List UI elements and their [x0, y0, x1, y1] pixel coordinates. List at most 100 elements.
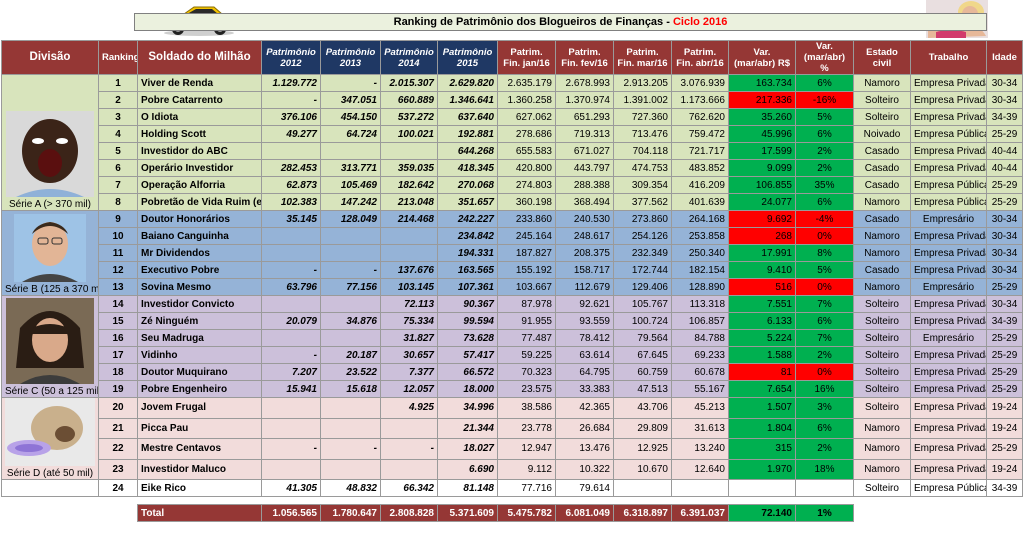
idade-cell: 30-34: [986, 227, 1023, 245]
mar16-cell: 474.753: [613, 159, 672, 177]
abr16-cell: 69.233: [671, 346, 729, 364]
patrimonio-2013-cell: 48.832: [320, 479, 381, 497]
rank-cell: 14: [98, 295, 138, 313]
table-row: 17 Vidinho -20.187 30.657 57.417 59.225 63.614…: [2, 346, 1023, 364]
mar16-cell: 60.759: [613, 363, 672, 381]
division-cell: Série A (> 370 mil): [1, 74, 99, 211]
mar16-cell: 713.476: [613, 125, 672, 143]
var-pct-cell: [795, 479, 854, 497]
header-mar16: Patrim. Fin. mar/16: [613, 40, 672, 75]
idade-cell: 30-34: [986, 91, 1023, 109]
total-fev16: 6.081.049: [555, 504, 614, 522]
fev16-cell: 33.383: [555, 380, 614, 398]
total-spacer: [1, 504, 99, 522]
table-row: 13 Sovina Mesmo 63.796 77.156 103.145 107.361…: [2, 278, 1023, 296]
trabalho-cell: Empresa Privada: [910, 261, 987, 279]
blogger-name: Sovina Mesmo: [137, 278, 262, 296]
idade-cell: 30-34: [986, 74, 1023, 92]
idade-cell: 25-29: [986, 176, 1023, 194]
rank-cell: 5: [98, 142, 138, 160]
patrimonio-2015-cell: 1.346.641: [437, 91, 498, 109]
trabalho-cell: Empresa Privada: [910, 380, 987, 398]
idade-cell: 30-34: [986, 244, 1023, 262]
estado-civil-cell: Solteiro: [853, 108, 911, 126]
patrimonio-2012-cell: 282.453: [261, 159, 321, 177]
jan16-cell: 87.978: [497, 295, 556, 313]
header-jan16: Patrim. Fin. jan/16: [497, 40, 556, 75]
fev16-cell: 1.370.974: [555, 91, 614, 109]
patrimonio-2014-cell: 12.057: [380, 380, 438, 398]
table-row: 6 Operário Investidor 282.453 313.771 359.03…: [2, 159, 1023, 177]
patrimonio-2015-cell: 234.842: [437, 227, 498, 245]
var-rs-cell: 217.336: [728, 91, 796, 109]
rank-cell: 1: [98, 74, 138, 92]
total-var-rs: 72.140: [728, 504, 796, 522]
patrimonio-2015-cell: 81.148: [437, 479, 498, 497]
estado-civil-cell: Namoro: [853, 417, 911, 439]
header-fev16: Patrim. Fin. fev/16: [555, 40, 614, 75]
patrimonio-2012-cell: 102.383: [261, 193, 321, 211]
table-row: Série B (125 a 370 mil) 9 Doutor Honorário…: [1, 210, 1023, 296]
abr16-cell: 84.788: [671, 329, 729, 347]
var-rs-cell: 35.260: [728, 108, 796, 126]
blogger-name: Vidinho: [137, 346, 262, 364]
header-var-rs: Var. (mar/abr) R$: [728, 40, 796, 75]
table-row: 4 Holding Scott 49.277 64.724 100.021 192.881…: [2, 125, 1023, 143]
idade-cell: 25-29: [986, 363, 1023, 381]
mar16-cell: 47.513: [613, 380, 672, 398]
abr16-cell: 12.640: [671, 458, 729, 480]
rank-cell: 3: [98, 108, 138, 126]
var-rs-cell: 81: [728, 363, 796, 381]
patrimonio-2012-cell: 41.305: [261, 479, 321, 497]
blogger-name: Seu Madruga: [137, 329, 262, 347]
patrimonio-2014-cell: 214.468: [380, 210, 438, 228]
var-pct-cell: 6%: [795, 125, 854, 143]
header-var-pct: Var. (mar/abr) %: [795, 40, 854, 75]
estado-civil-cell: Casado: [853, 142, 911, 160]
patrimonio-2012-cell: 62.873: [261, 176, 321, 194]
abr16-cell: 113.318: [671, 295, 729, 313]
rank-cell: 13: [98, 278, 138, 296]
trabalho-cell: Empresa Privada: [910, 227, 987, 245]
jan16-cell: 655.583: [497, 142, 556, 160]
jan16-cell: 12.947: [497, 438, 556, 460]
rank-cell: 10: [98, 227, 138, 245]
var-pct-cell: 5%: [795, 108, 854, 126]
header-patrimonio-2014: Patrimônio 2014: [380, 40, 438, 75]
trabalho-cell: Empresa Privada: [910, 142, 987, 160]
mar16-cell: 105.767: [613, 295, 672, 313]
rank-cell: 12: [98, 261, 138, 279]
patrimonio-2014-cell: [380, 227, 438, 245]
rank-cell: 6: [98, 159, 138, 177]
page-title: Ranking de Patrimônio dos Blogueiros de …: [134, 13, 987, 31]
patrimonio-2012-cell: -: [261, 346, 321, 364]
var-rs-cell: 17.991: [728, 244, 796, 262]
patrimonio-2013-cell: 105.469: [320, 176, 381, 194]
trabalho-cell: Empresa Privada: [910, 295, 987, 313]
blogger-name: Zé Ninguém: [137, 312, 262, 330]
fev16-cell: 42.365: [555, 397, 614, 419]
patrimonio-2012-cell: 15.941: [261, 380, 321, 398]
estado-civil-cell: Solteiro: [853, 380, 911, 398]
patrimonio-2014-cell: 359.035: [380, 159, 438, 177]
mar16-cell: 273.860: [613, 210, 672, 228]
estado-civil-cell: Solteiro: [853, 397, 911, 419]
trabalho-cell: Empresa Pública: [910, 176, 987, 194]
blogger-name: Viver de Renda: [137, 74, 262, 92]
rank-cell: 4: [98, 125, 138, 143]
var-rs-cell: 7.654: [728, 380, 796, 398]
estado-civil-cell: Casado: [853, 261, 911, 279]
patrimonio-2014-cell: 4.925: [380, 397, 438, 419]
fev16-cell: 112.679: [555, 278, 614, 296]
mar16-cell: 67.645: [613, 346, 672, 364]
blogger-name: Eike Rico: [137, 479, 262, 497]
patrimonio-2015-cell: 90.367: [437, 295, 498, 313]
jan16-cell: 274.803: [497, 176, 556, 194]
patrimonio-2013-cell: -: [320, 438, 381, 460]
patrimonio-2012-cell: 7.207: [261, 363, 321, 381]
table-row: 18 Doutor Muquirano 7.207 23.522 7.377 66.572…: [2, 363, 1023, 381]
mar16-cell: 704.118: [613, 142, 672, 160]
var-rs-cell: 6.133: [728, 312, 796, 330]
idade-cell: 25-29: [986, 125, 1023, 143]
blogger-name: Baiano Canguinha: [137, 227, 262, 245]
